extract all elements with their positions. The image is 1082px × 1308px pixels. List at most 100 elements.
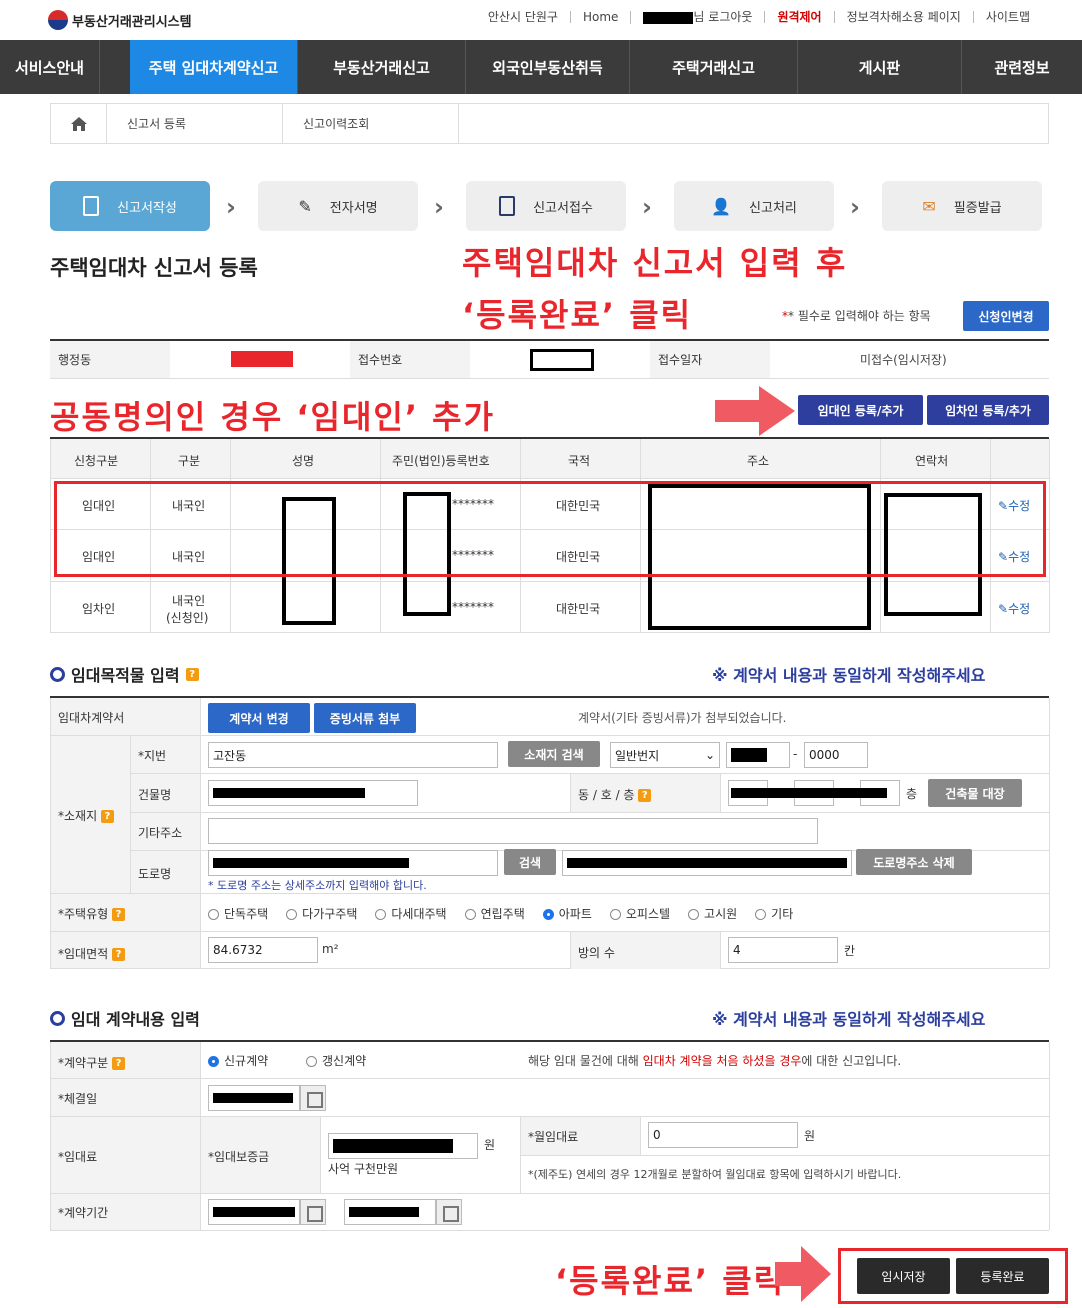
help-icon[interactable]: ? (185, 667, 199, 681)
edit-link[interactable]: ✎수정 (998, 600, 1030, 617)
extra-address-label: 기타주소 (138, 826, 183, 840)
deposit-label: *임대보증금 (208, 1150, 270, 1164)
logout-link[interactable]: 님 로그아웃 (630, 11, 764, 24)
monthly-rent-input[interactable]: 0 (648, 1122, 798, 1148)
help-icon[interactable]: ? (100, 810, 114, 823)
help-icon[interactable]: ? (638, 789, 652, 802)
radio-new-contract[interactable]: 신규계약 (208, 1052, 268, 1069)
attach-docs-button[interactable]: 증빙서류 첨부 (314, 703, 416, 733)
radio-row-house[interactable]: 연립주택 (464, 905, 525, 922)
help-icon[interactable]: ? (112, 948, 125, 961)
jibun-input[interactable]: 고잔동 (208, 742, 498, 768)
contract-label: 임대차계약서 (58, 711, 125, 725)
redacted-username (643, 11, 694, 24)
lot-main-input[interactable] (726, 742, 790, 768)
chevron-right-icon: › (850, 193, 860, 221)
logo[interactable]: 부동산거래관리시스템 (48, 10, 192, 30)
home-link[interactable]: Home (569, 11, 630, 24)
jibun-label: *지번 (138, 749, 167, 763)
main-nav: 서비스안내 주택 임대차계약신고 부동산거래신고 외국인부동산취득 주택거래신고… (0, 40, 1082, 94)
rooms-input[interactable]: 4 (728, 937, 838, 963)
step-receipt: 신고서접수 (466, 181, 626, 231)
contract-date-input[interactable] (208, 1085, 300, 1111)
area-label: *임대면적 ? (58, 945, 125, 962)
radio-multiplex[interactable]: 다세대주택 (375, 905, 447, 922)
radio-multifamily[interactable]: 다가구주택 (286, 905, 357, 922)
radio-apartment[interactable]: 아파트 (542, 905, 592, 922)
deposit-input[interactable] (328, 1133, 478, 1159)
col-header: 성명 (292, 454, 315, 468)
road-note: * 도로명 주소는 상세주소까지 입력해야 합니다. (208, 879, 427, 892)
calendar-icon[interactable] (300, 1085, 326, 1111)
col-header: 국적 (568, 454, 591, 468)
step-sign: ✎ 전자서명 (258, 181, 418, 231)
building-ledger-button[interactable]: 건축물 대장 (928, 779, 1022, 807)
floor-unit: 층 (906, 787, 918, 801)
help-icon[interactable]: ? (112, 908, 125, 921)
dong-ho-label: 동 / 호 / 층 ? (578, 786, 652, 803)
step-process: 👤 신고처리 (674, 181, 834, 231)
complete-button[interactable]: 등록완료 (956, 1258, 1049, 1294)
col-header: 신청구분 (74, 454, 119, 468)
nav-service-info[interactable]: 서비스안내 (0, 40, 100, 94)
chevron-down-icon: ⌄ (704, 748, 715, 762)
file-icon (499, 196, 516, 216)
calendar-icon[interactable] (436, 1199, 462, 1225)
calendar-icon[interactable] (300, 1199, 326, 1225)
road-input[interactable] (208, 850, 498, 876)
lot-type-select[interactable]: 일반번지 ⌄ (610, 742, 720, 768)
col-header: 주소 (747, 454, 770, 468)
sitemap-link[interactable]: 사이트맵 (972, 11, 1042, 24)
section-property-title: 임대목적물 입력? (50, 662, 199, 686)
housing-type-label: *주택유형 ? (58, 905, 125, 922)
search-location-button[interactable]: 소재지 검색 (508, 741, 600, 767)
home-icon[interactable] (51, 104, 107, 143)
help-icon[interactable]: ? (112, 1057, 125, 1070)
nav-related-info[interactable]: 관련정보 (962, 40, 1082, 94)
period-end-input[interactable] (344, 1199, 436, 1225)
road-search-button[interactable]: 검색 (504, 849, 556, 875)
period-start-input[interactable] (208, 1199, 300, 1225)
dong-label: 행정동 (58, 353, 92, 367)
area-input[interactable]: 84.6732 (208, 937, 318, 963)
radio-officetel[interactable]: 오피스텔 (609, 905, 670, 922)
radio-renew-contract[interactable]: 갱신계약 (306, 1052, 366, 1069)
tab-history[interactable]: 신고이력조회 (283, 104, 459, 143)
nav-realestate-report[interactable]: 부동산거래신고 (298, 40, 466, 94)
add-lessor-button[interactable]: 임대인 등록/추가 (798, 395, 923, 425)
housing-type-radios: 단독주택 다가구주택 다세대주택 연립주택 아파트 오피스텔 고시원 기타 (208, 905, 793, 922)
road-result-input[interactable] (562, 850, 852, 876)
radio-detached[interactable]: 단독주택 (208, 905, 268, 922)
monthly-rent-label: *월임대료 (528, 1130, 579, 1144)
radio-gosiwon[interactable]: 고시원 (688, 905, 737, 922)
nav-rental-report[interactable]: 주택 임대차계약신고 (100, 40, 298, 94)
extra-address-input[interactable] (208, 818, 818, 844)
radio-other[interactable]: 기타 (755, 905, 793, 922)
rooms-unit: 칸 (844, 944, 856, 958)
highlight-lessors (54, 481, 1046, 577)
temp-save-button[interactable]: 임시저장 (857, 1258, 950, 1294)
remote-control-link[interactable]: 원격제어 (764, 11, 833, 24)
building-input[interactable] (208, 780, 418, 806)
applicant-change-button[interactable]: 신청인변경 (963, 301, 1049, 331)
document-icon (83, 196, 100, 216)
lot-sub-input[interactable]: 0000 (804, 742, 868, 768)
top-links: 안산시 단원구 Home 님 로그아웃 원격제어 정보격차해소용 페이지 사이트… (476, 11, 1042, 24)
edit-icon: ✎ (998, 602, 1009, 616)
accessibility-page-link[interactable]: 정보격차해소용 페이지 (833, 11, 973, 24)
contract-period-label: *계약기간 (58, 1206, 109, 1220)
delete-road-button[interactable]: 도로명주소 삭제 (856, 849, 972, 875)
section-contract-title: 임대 계약내용 입력 (50, 1006, 200, 1030)
rooms-label: 방의 수 (578, 946, 615, 960)
nav-board[interactable]: 게시판 (798, 40, 962, 94)
section-property-note: ※ 계약서 내용과 동일하게 작성해주세요 (712, 666, 986, 685)
nav-housing-report[interactable]: 주택거래신고 (630, 40, 798, 94)
emblem-icon (48, 10, 68, 30)
location-label: *소재지 ? (58, 807, 114, 824)
nav-foreign-acquisition[interactable]: 외국인부동산취득 (466, 40, 630, 94)
tab-register[interactable]: 신고서 등록 (107, 104, 283, 143)
change-contract-button[interactable]: 계약서 변경 (208, 703, 310, 733)
breadcrumb: 신고서 등록 신고이력조회 (50, 103, 1049, 144)
add-lessee-button[interactable]: 임차인 등록/추가 (927, 395, 1049, 425)
circle-icon (50, 666, 65, 682)
